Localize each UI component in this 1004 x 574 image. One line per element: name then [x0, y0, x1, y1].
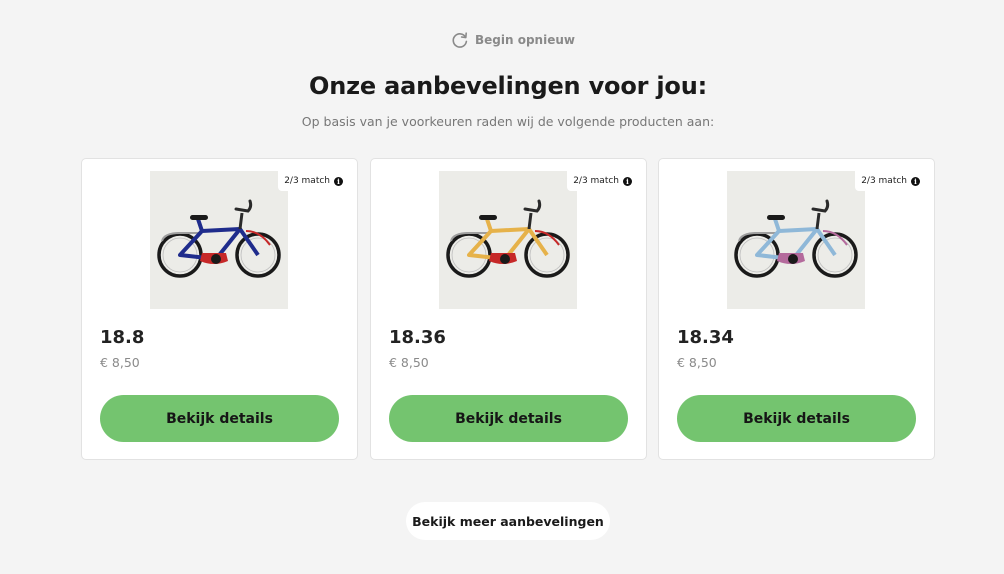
product-name: 18.36: [389, 327, 446, 348]
restart-icon: [452, 32, 468, 48]
recommendations-page: Begin opnieuw Onze aanbevelingen voor jo…: [0, 0, 1004, 574]
info-icon: i: [623, 176, 632, 186]
restart-button[interactable]: Begin opnieuw: [451, 31, 575, 49]
product-image[interactable]: [727, 171, 865, 309]
page-title: Onze aanbevelingen voor jou:: [309, 72, 707, 100]
match-label: 2/3 match: [573, 176, 619, 186]
product-card: 2/3 match i 18.36 € 8,50 Bekijk details: [370, 158, 647, 460]
product-price: € 8,50: [677, 355, 717, 370]
match-badge[interactable]: 2/3 match i: [567, 171, 638, 191]
product-price: € 8,50: [100, 355, 140, 370]
match-badge[interactable]: 2/3 match i: [278, 171, 349, 191]
product-image[interactable]: [150, 171, 288, 309]
product-name: 18.34: [677, 327, 734, 348]
more-recommendations-button[interactable]: Bekijk meer aanbevelingen: [406, 502, 610, 540]
info-icon: i: [911, 176, 920, 186]
product-card: 2/3 match i 18.34 € 8,50 Bekijk details: [658, 158, 935, 460]
view-details-button[interactable]: Bekijk details: [389, 395, 628, 442]
view-details-button[interactable]: Bekijk details: [100, 395, 339, 442]
bicycle-image: [734, 199, 858, 278]
match-badge[interactable]: 2/3 match i: [855, 171, 926, 191]
product-image[interactable]: [439, 171, 577, 309]
product-price: € 8,50: [389, 355, 429, 370]
match-label: 2/3 match: [284, 176, 330, 186]
bicycle-image: [446, 199, 570, 278]
view-details-button[interactable]: Bekijk details: [677, 395, 916, 442]
match-label: 2/3 match: [861, 176, 907, 186]
product-card: 2/3 match i 18.8 € 8,50 Bekijk details: [81, 158, 358, 460]
bicycle-image: [157, 199, 281, 278]
product-name: 18.8: [100, 327, 145, 348]
restart-label: Begin opnieuw: [475, 33, 575, 47]
page-subtitle: Op basis van je voorkeuren raden wij de …: [301, 114, 715, 129]
info-icon: i: [334, 176, 343, 186]
